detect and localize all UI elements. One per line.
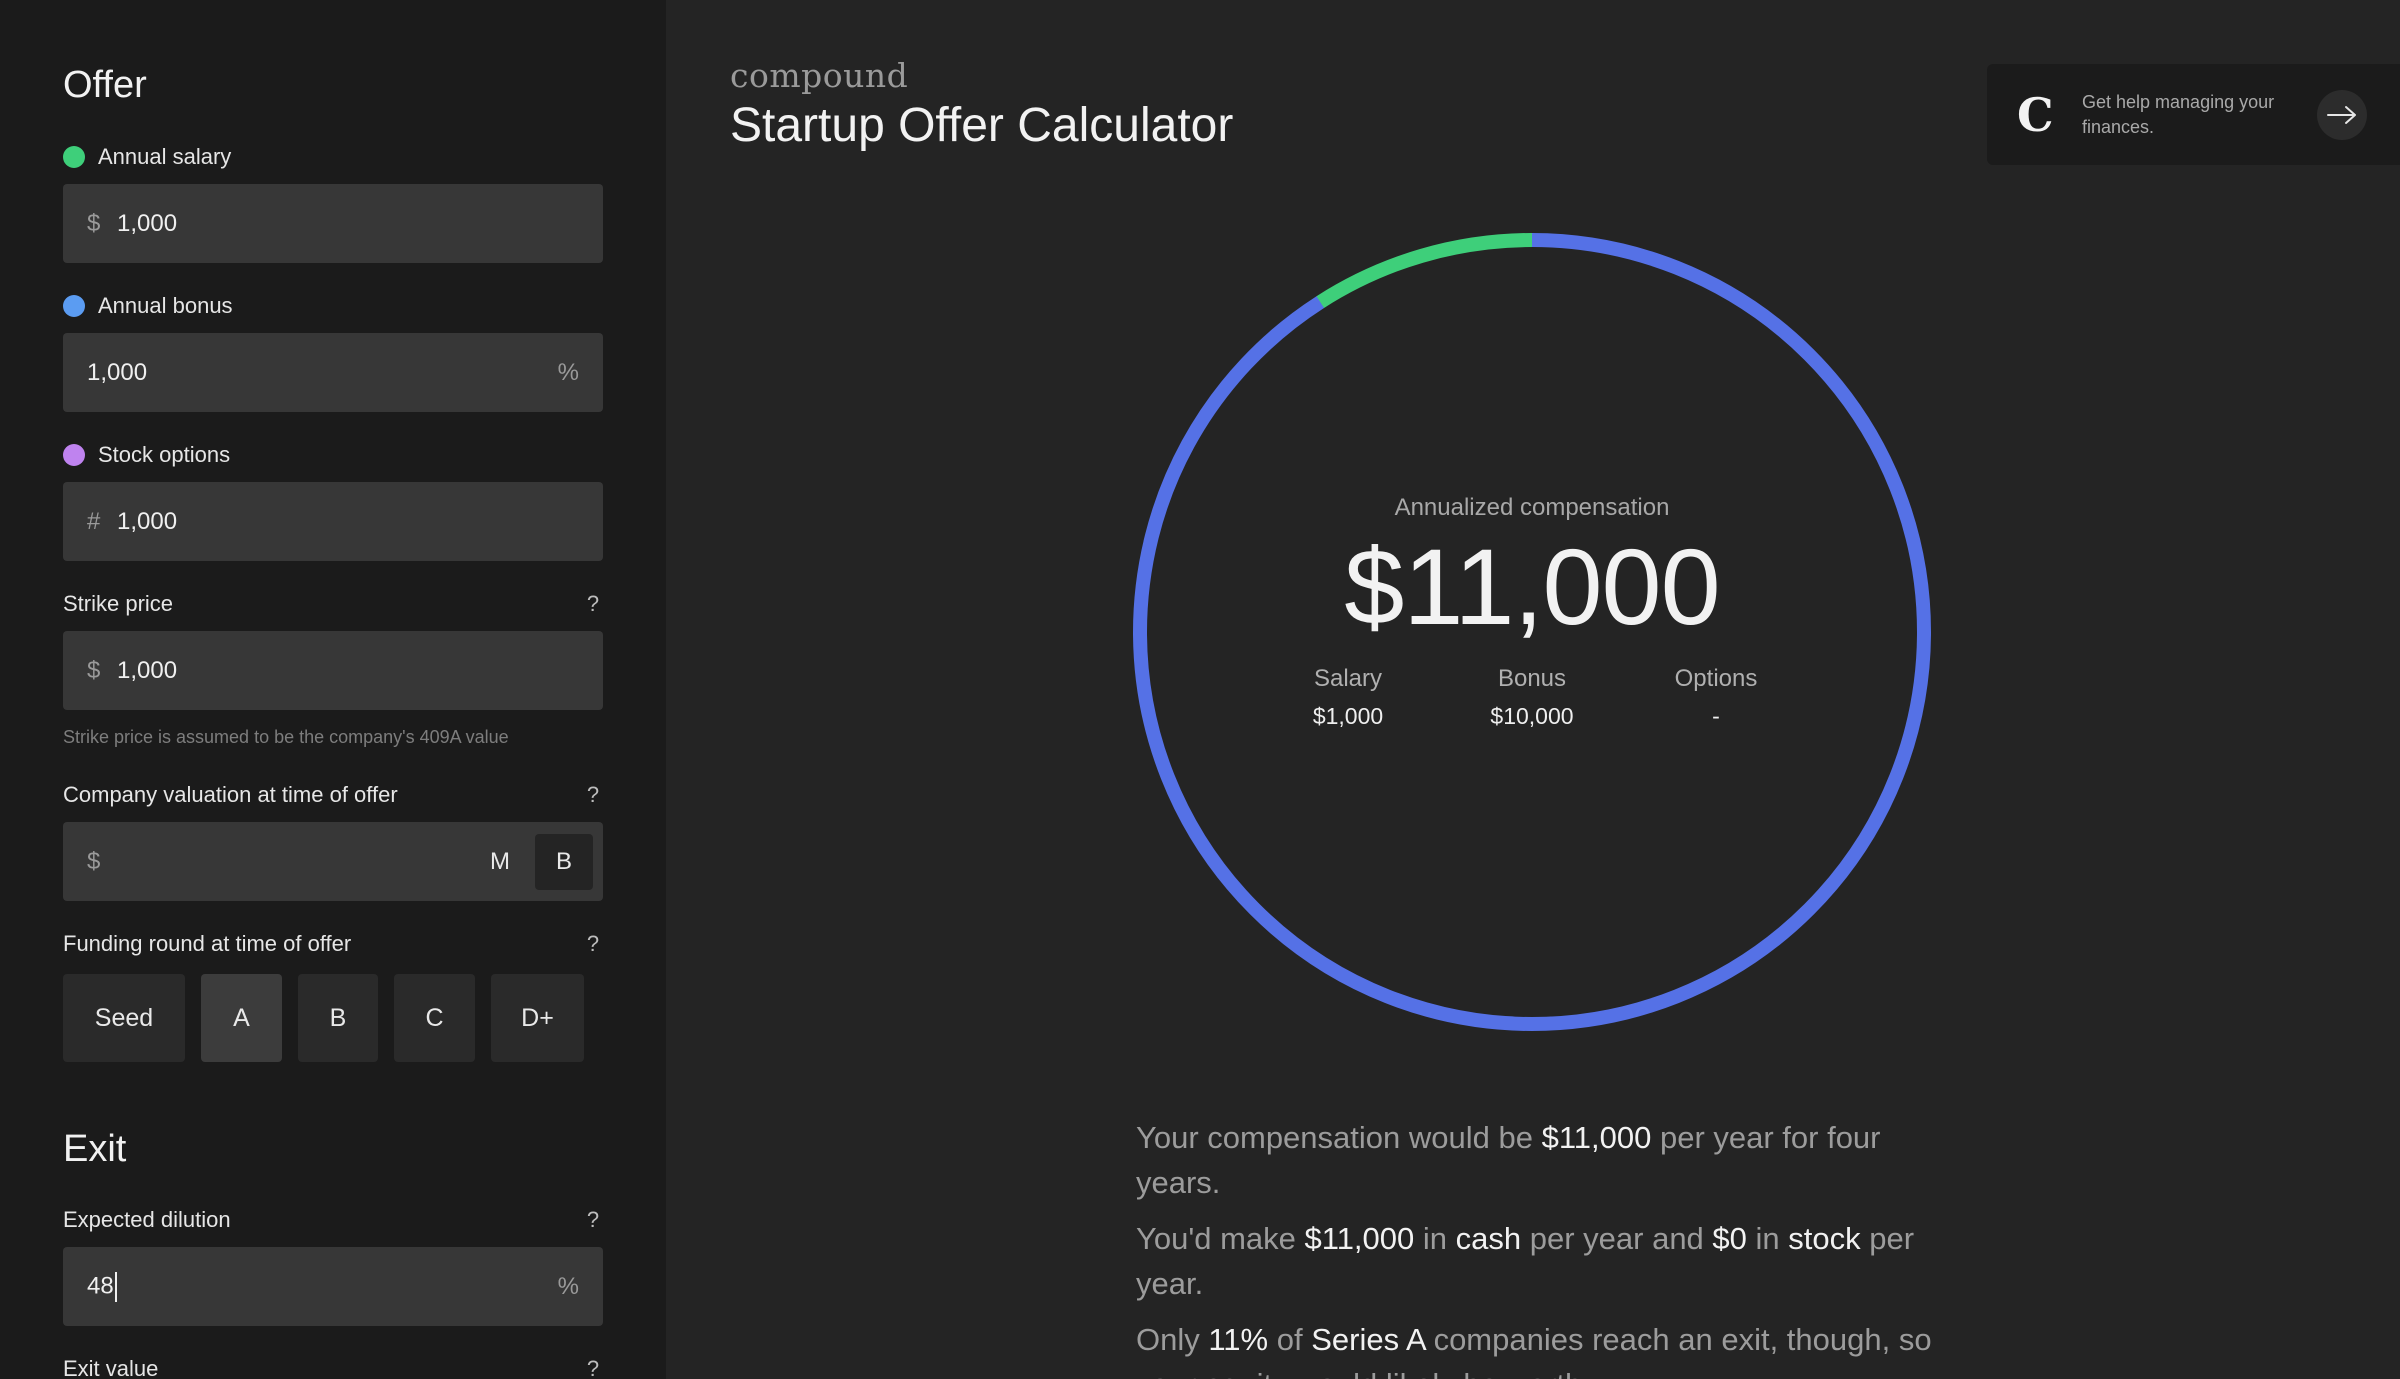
annual-salary-input[interactable]: $ 1,000 <box>63 184 603 263</box>
summary-highlight: cash <box>1455 1221 1522 1256</box>
summary-text-run: You'd make <box>1136 1221 1305 1256</box>
summary-paragraph-2: You'd make $11,000 in cash per year and … <box>1136 1216 1936 1306</box>
hash-prefix-icon: # <box>87 507 101 535</box>
summary-text-run: Only <box>1136 1322 1209 1357</box>
dilution-label: Expected dilution ? <box>63 1205 603 1235</box>
donut-center: Annualized compensation $11,000 Salary $… <box>1132 232 1932 1032</box>
valuation-label-text: Company valuation at time of offer <box>63 782 398 807</box>
summary-highlight: Series A <box>1311 1322 1425 1357</box>
sidebar: Offer Annual salary $ 1,000 Annual bonus… <box>0 0 666 1379</box>
annual-salary-label-text: Annual salary <box>98 144 232 169</box>
unit-billions-button[interactable]: B <box>535 833 593 890</box>
exit-section-title: Exit <box>63 1128 127 1170</box>
help-card-text: Get help managing your finances. <box>2082 91 2275 137</box>
breakdown-options-label: Options <box>1674 665 1758 693</box>
summary-text: Your compensation would be $11,000 per y… <box>1136 1115 1936 1379</box>
compound-logo-icon: C <box>2017 87 2054 142</box>
annual-bonus-input[interactable]: 1,000 % <box>63 333 603 412</box>
dollar-prefix-icon: $ <box>87 656 101 684</box>
annualized-comp-label: Annualized compensation <box>1394 494 1670 521</box>
strike-price-help-icon[interactable]: ? <box>583 589 603 619</box>
summary-paragraph-3: Only 11% of Series A companies reach an … <box>1136 1317 1936 1379</box>
annual-bonus-value[interactable]: 1,000 <box>87 359 558 387</box>
offer-section-title: Offer <box>63 64 147 106</box>
breakdown-bonus-value: $10,000 <box>1490 703 1574 730</box>
stock-options-input[interactable]: # 1,000 <box>63 482 603 561</box>
breakdown-options-value: - <box>1712 703 1720 730</box>
funding-round-label: Funding round at time of offer ? <box>63 929 603 959</box>
percent-suffix-icon: % <box>557 358 579 386</box>
arrow-right-icon[interactable] <box>2317 90 2367 140</box>
summary-text-run: in <box>1414 1221 1456 1256</box>
valuation-input[interactable]: $ M B <box>63 822 603 901</box>
breakdown-bonus-label: Bonus <box>1497 665 1567 693</box>
stock-options-label: Stock options <box>63 440 603 470</box>
annual-salary-value[interactable]: 1,000 <box>117 210 579 238</box>
annual-bonus-label-text: Annual bonus <box>98 293 233 318</box>
round-d-plus-button[interactable]: D+ <box>491 974 584 1062</box>
summary-highlight: $11,000 <box>1541 1120 1652 1155</box>
summary-text-run: of <box>1268 1322 1312 1357</box>
funding-round-label-text: Funding round at time of offer <box>63 931 352 956</box>
exit-value-label-text: Exit value <box>63 1356 159 1379</box>
brand-wordmark[interactable]: compound <box>730 56 908 95</box>
breakdown-salary-label: Salary <box>1313 665 1383 693</box>
strike-price-hint: Strike price is assumed to be the compan… <box>63 727 509 747</box>
unit-millions-button[interactable]: M <box>471 834 529 890</box>
annual-salary-label: Annual salary <box>63 142 603 172</box>
arrow-right-icon-svg <box>2327 106 2356 124</box>
salary-legend-dot <box>63 146 85 168</box>
dollar-prefix-icon: $ <box>87 847 101 875</box>
dilution-label-text: Expected dilution <box>63 1207 231 1232</box>
breakdown-bonus: Bonus $10,000 <box>1440 665 1624 730</box>
round-c-button[interactable]: C <box>394 974 475 1062</box>
text-caret <box>114 1271 117 1302</box>
summary-highlight: 11% <box>1208 1322 1269 1357</box>
valuation-unit-toggle: M B <box>471 833 593 890</box>
funding-round-selector: Seed A B C D+ <box>63 974 584 1062</box>
exit-value-help-icon[interactable]: ? <box>583 1354 603 1379</box>
valuation-help-icon[interactable]: ? <box>583 780 603 810</box>
dollar-prefix-icon: $ <box>87 209 101 237</box>
breakdown-options: Options - <box>1624 665 1808 730</box>
strike-price-label: Strike price ? <box>63 589 603 619</box>
breakdown-salary: Salary $1,000 <box>1256 665 1440 730</box>
exit-value-label: Exit value ? <box>63 1354 603 1379</box>
dilution-value-wrap[interactable]: 48 <box>87 1271 558 1302</box>
help-card[interactable]: C Get help managing your finances. <box>1987 64 2400 165</box>
funding-round-help-icon[interactable]: ? <box>583 929 603 959</box>
summary-text-run: per year and <box>1521 1221 1713 1256</box>
summary-highlight: $11,000 <box>1304 1221 1415 1256</box>
bonus-legend-dot <box>63 295 85 317</box>
summary-highlight: stock <box>1788 1221 1861 1256</box>
valuation-label: Company valuation at time of offer ? <box>63 780 603 810</box>
dilution-input[interactable]: 48 % <box>63 1247 603 1326</box>
stock-options-value[interactable]: 1,000 <box>117 508 579 536</box>
comp-breakdown: Salary $1,000 Bonus $10,000 Options - <box>1256 665 1808 730</box>
round-seed-button[interactable]: Seed <box>63 974 185 1062</box>
summary-paragraph-1: Your compensation would be $11,000 per y… <box>1136 1115 1936 1205</box>
dilution-help-icon[interactable]: ? <box>583 1205 603 1235</box>
strike-price-label-text: Strike price <box>63 591 174 616</box>
annualized-comp-total: $11,000 <box>1344 526 1720 647</box>
summary-text-run: in <box>1746 1221 1789 1256</box>
page-title: Startup Offer Calculator <box>730 99 1234 152</box>
strike-price-value[interactable]: 1,000 <box>117 657 579 685</box>
summary-text-run: Your compensation would be <box>1136 1120 1542 1155</box>
stock-options-label-text: Stock options <box>98 442 231 467</box>
options-legend-dot <box>63 444 85 466</box>
percent-suffix-icon: % <box>557 1272 579 1300</box>
dilution-value: 48 <box>87 1271 114 1299</box>
round-b-button[interactable]: B <box>298 974 378 1062</box>
breakdown-salary-value: $1,000 <box>1312 703 1384 730</box>
summary-highlight: $0 <box>1712 1221 1747 1256</box>
round-a-button[interactable]: A <box>201 974 282 1062</box>
app: Offer Annual salary $ 1,000 Annual bonus… <box>0 0 2400 1379</box>
strike-price-input[interactable]: $ 1,000 <box>63 631 603 710</box>
annual-bonus-label: Annual bonus <box>63 291 603 321</box>
